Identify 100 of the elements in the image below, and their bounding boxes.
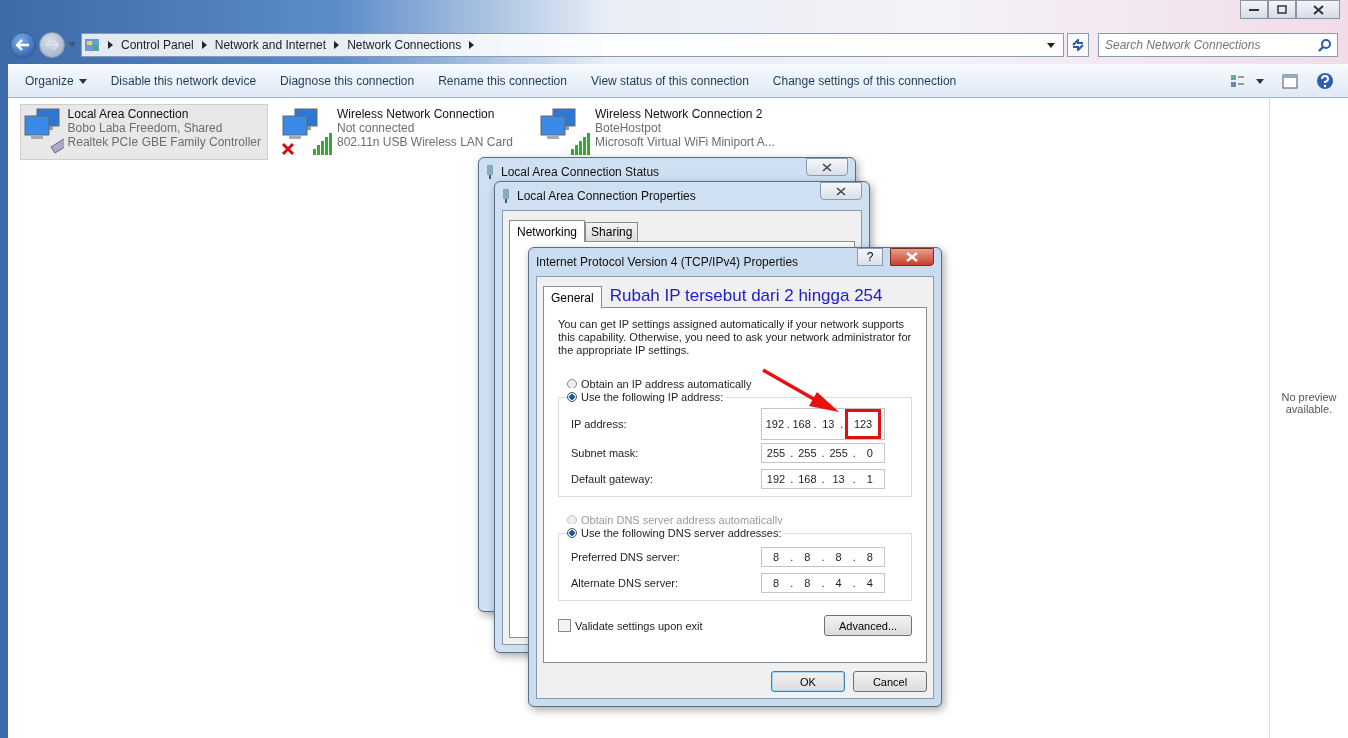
back-button[interactable] (10, 32, 36, 58)
refresh-icon (1071, 39, 1085, 51)
radio-option[interactable]: Use the following DNS server addresses: (567, 524, 785, 542)
network-adapter-icon (502, 189, 510, 203)
octet: 255 (766, 446, 787, 461)
octet: 8 (772, 576, 781, 591)
control-panel-icon (84, 37, 100, 53)
connection-name: Wireless Network Connection 2 (595, 107, 764, 121)
octet: 168 (797, 472, 818, 487)
connection-item[interactable]: Local Area Connection Bobo Laba Freedom, Shared Realtek PCIe GBE Family Controller (20, 104, 268, 160)
toolbar-button[interactable]: Rename this connection (429, 70, 576, 92)
close-button[interactable] (806, 158, 848, 176)
dropdown-icon[interactable] (1047, 42, 1055, 48)
octet: 192 (764, 417, 785, 432)
close-button[interactable] (820, 182, 862, 200)
tab[interactable]: Networking (509, 220, 586, 242)
tab[interactable]: Sharing (585, 222, 639, 241)
forward-button[interactable] (39, 32, 65, 58)
breadcrumb-item[interactable]: Network and Internet (214, 38, 327, 52)
ip-address-field[interactable]: 192 . 168 . 13 . 1 (761, 469, 885, 489)
connection-name: Wireless Network Connection (337, 107, 496, 121)
close-button[interactable] (1296, 0, 1340, 19)
octet: 8 (865, 550, 874, 565)
minimize-button[interactable] (1240, 0, 1268, 19)
dialog-title: Internet Protocol Version 4 (TCP/IPv4) Properties (536, 255, 799, 269)
toolbar-button[interactable]: View status of this connection (581, 70, 758, 92)
octet: 255 (797, 446, 818, 461)
close-icon (822, 162, 832, 172)
connection-name: Local Area Connection (67, 107, 190, 121)
ip-address-field[interactable]: 255 . 255 . 255 . 0 (761, 443, 885, 463)
dialog-title: Local Area Connection Properties (517, 189, 696, 203)
radio-option[interactable]: Use the following IP address: (567, 388, 727, 406)
cancel-button[interactable]: Cancel (853, 671, 927, 692)
octet: 8 (772, 550, 781, 565)
breadcrumb-item[interactable]: Network Connections (347, 38, 462, 52)
field-label: Default gateway: (571, 473, 653, 485)
network-adapter-icon (486, 165, 494, 179)
breadcrumb-arrow-icon[interactable] (201, 41, 207, 49)
toolbar-button[interactable]: Organize (16, 70, 96, 92)
forward-arrow-icon (45, 39, 59, 51)
preview-message: No preview available. (1280, 391, 1338, 415)
address-bar[interactable]: Control Panel Network and Internet Network Connections (81, 33, 1064, 57)
highlighted-octet: 123 (845, 409, 882, 439)
breadcrumb-arrow-icon[interactable] (469, 41, 475, 49)
maximize-button[interactable] (1268, 0, 1296, 19)
octet-separator: . (821, 447, 825, 459)
validate-checkbox[interactable]: Validate settings upon exit (558, 619, 703, 632)
octet: 0 (865, 446, 874, 461)
field-label: IP address: (571, 418, 627, 430)
connection-status: BoteHostpot (595, 121, 663, 135)
breadcrumb-arrow-icon[interactable] (334, 41, 340, 49)
search-field[interactable]: Search Network Connections (1098, 33, 1338, 57)
caret-icon (78, 78, 87, 84)
close-icon (906, 252, 918, 262)
toolbar-button[interactable]: Diagnose this connection (271, 70, 424, 92)
octet-separator: . (821, 473, 825, 485)
advanced-button[interactable]: Advanced... (824, 615, 912, 636)
refresh-button[interactable] (1067, 33, 1089, 57)
octet: 168 (791, 417, 812, 432)
ip-address-field[interactable]: 8 . 8 . 8 . 8 (761, 547, 885, 567)
octet-separator: . (821, 551, 825, 563)
octet-separator: . (790, 447, 794, 459)
maximize-icon (1277, 5, 1287, 14)
octet: 4 (865, 576, 874, 591)
toolbar-button[interactable]: Change settings of this connection (763, 70, 966, 92)
octet-separator: . (821, 577, 825, 589)
octet-separator: . (790, 551, 794, 563)
octet: 4 (834, 576, 843, 591)
adapter-name: Realtek PCIe GBE Family Controller (67, 135, 261, 149)
breadcrumb-item[interactable]: Control Panel (121, 38, 194, 52)
breadcrumb-arrow-icon[interactable] (108, 41, 113, 49)
connection-status: Not connected (337, 121, 416, 135)
adapter-name: Microsoft Virtual WiFi Miniport A... (595, 135, 775, 149)
close-button[interactable] (890, 248, 934, 266)
octet: 1 (865, 472, 874, 487)
annotation-text: Rubah IP tersebut dari 2 hingga 254 (609, 286, 883, 306)
close-icon (1312, 4, 1324, 15)
octet: 192 (766, 472, 787, 487)
ok-button[interactable]: OK (771, 671, 845, 692)
ip-address-field[interactable]: 192 . 168 . 13 . 123 (761, 408, 885, 440)
help-button[interactable]: ? (857, 248, 883, 266)
ip-address-field[interactable]: 8 . 8 . 4 . 4 (761, 573, 885, 593)
field-label: Subnet mask: (571, 447, 639, 459)
octet: 8 (803, 550, 812, 565)
toolbar-button[interactable]: Disable this network device (101, 70, 266, 92)
close-icon (836, 186, 846, 196)
back-arrow-icon (16, 39, 30, 51)
octet-separator: . (786, 418, 790, 430)
octet-separator: . (852, 551, 856, 563)
intro-text: You can get IP settings assigned automatically if your network supports this capability. Otherwise, you need to ask your network administrator for the appropriate IP settings. (558, 318, 912, 357)
octet: 8 (803, 576, 812, 591)
octet-separator: . (852, 473, 856, 485)
tab[interactable]: General (543, 286, 602, 308)
connection-item[interactable]: Wireless Network Connection Not connected 802.11n USB Wireless LAN Card (278, 104, 526, 160)
connection-item[interactable]: Wireless Network Connection 2 BoteHostpot Microsoft Virtual WiFi Miniport A... (536, 104, 784, 160)
field-label: Preferred DNS server: (571, 551, 680, 563)
octet: 13 (821, 417, 836, 432)
adapter-name: 802.11n USB Wireless LAN Card (337, 135, 513, 149)
connection-status: Bobo Laba Freedom, Shared (67, 121, 224, 135)
octet: 8 (834, 550, 843, 565)
